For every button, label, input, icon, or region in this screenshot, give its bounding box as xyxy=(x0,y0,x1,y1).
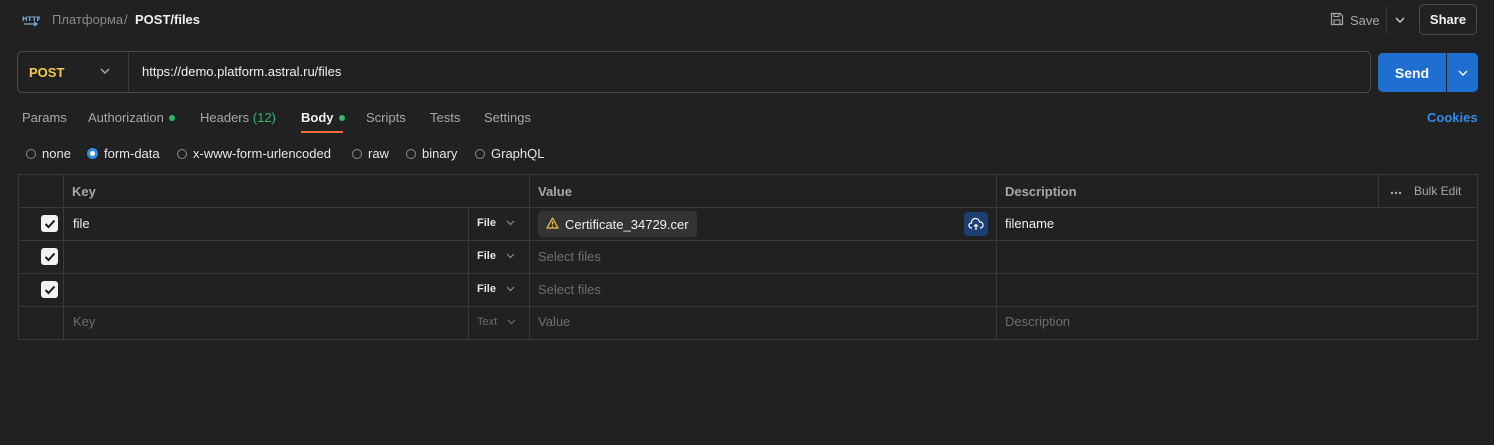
select-files-input[interactable]: Select files xyxy=(538,249,601,264)
type-label: File xyxy=(477,283,496,295)
tab-authorization-label: Authorization xyxy=(88,110,164,125)
radio-label: none xyxy=(42,146,71,161)
radio-button[interactable] xyxy=(475,148,485,159)
request-title[interactable]: POST/files xyxy=(135,12,200,27)
method-chevron-down-icon[interactable] xyxy=(99,64,111,81)
key-cell[interactable]: file xyxy=(73,216,90,231)
tab-headers-count: (12) xyxy=(252,110,276,125)
tab-headers[interactable]: Headers (12) xyxy=(200,110,276,125)
column-divider xyxy=(529,174,530,340)
column-header-description: Description xyxy=(1005,184,1077,199)
type-select[interactable]: File xyxy=(477,283,515,295)
radio-button[interactable] xyxy=(406,148,416,159)
radio-button[interactable] xyxy=(177,148,187,159)
select-files-input[interactable]: Select files xyxy=(538,282,601,297)
type-select[interactable]: File xyxy=(477,217,515,229)
chevron-down-icon xyxy=(507,319,516,325)
http-icon: HTTP xyxy=(22,11,41,29)
row-divider xyxy=(18,207,1478,208)
url-divider xyxy=(128,52,129,92)
url-input[interactable]: https://demo.platform.astral.ru/files xyxy=(142,64,341,79)
row-divider xyxy=(18,306,1478,307)
save-label: Save xyxy=(1350,12,1380,28)
tab-settings[interactable]: Settings xyxy=(484,110,531,125)
row-divider xyxy=(18,240,1478,241)
tab-body-label: Body xyxy=(301,110,334,125)
bulk-edit-button[interactable]: Bulk Edit xyxy=(1390,184,1461,198)
type-select[interactable]: Text xyxy=(477,316,516,328)
share-button[interactable]: Share xyxy=(1419,4,1477,35)
column-divider xyxy=(63,174,64,340)
row-checkbox[interactable] xyxy=(41,248,58,265)
radio-label: form-data xyxy=(104,146,160,161)
save-button[interactable]: Save xyxy=(1324,6,1384,34)
type-label: File xyxy=(477,217,496,229)
active-tab-indicator xyxy=(301,131,343,133)
tab-body[interactable]: Body xyxy=(301,110,345,125)
save-icon xyxy=(1330,12,1344,29)
tab-tests[interactable]: Tests xyxy=(430,110,460,125)
chevron-down-icon xyxy=(506,286,515,292)
row-checkbox[interactable] xyxy=(41,281,58,298)
radio-label: binary xyxy=(422,146,458,161)
body-type-urlencoded[interactable]: x-www-form-urlencoded xyxy=(177,146,331,161)
new-description-input[interactable]: Description xyxy=(1005,314,1070,329)
body-type-binary[interactable]: binary xyxy=(406,146,457,161)
save-options-chevron-down-icon[interactable] xyxy=(1390,6,1410,34)
breadcrumb-parent[interactable]: Платформа xyxy=(52,12,123,27)
form-data-table xyxy=(18,174,1478,340)
send-options-chevron-down-icon[interactable] xyxy=(1447,53,1478,92)
radio-label: GraphQL xyxy=(491,146,545,161)
column-divider xyxy=(468,207,469,340)
new-key-input[interactable]: Key xyxy=(73,314,95,329)
warning-icon xyxy=(546,216,559,232)
body-type-graphql[interactable]: GraphQL xyxy=(475,146,544,161)
row-checkbox[interactable] xyxy=(41,215,58,232)
chevron-down-icon xyxy=(506,253,515,259)
type-label: Text xyxy=(477,316,498,328)
column-divider xyxy=(1378,174,1379,207)
radio-label: raw xyxy=(368,146,389,161)
cookies-link[interactable]: Cookies xyxy=(1427,110,1478,125)
body-type-raw[interactable]: raw xyxy=(352,146,389,161)
tab-scripts[interactable]: Scripts xyxy=(366,110,406,125)
status-dot xyxy=(338,114,345,121)
column-header-key: Key xyxy=(72,184,96,199)
description-cell[interactable]: filename xyxy=(1005,216,1054,231)
row-divider xyxy=(18,273,1478,274)
status-dot xyxy=(168,114,175,121)
column-header-value: Value xyxy=(538,184,572,199)
method-select[interactable]: POST xyxy=(29,65,64,80)
radio-button[interactable] xyxy=(352,148,362,159)
tab-authorization[interactable]: Authorization xyxy=(88,110,175,125)
radio-label: x-www-form-urlencoded xyxy=(193,146,331,161)
save-divider xyxy=(1386,6,1387,34)
send-button[interactable]: Send xyxy=(1378,53,1446,92)
file-chip[interactable]: Certificate_34729.cer xyxy=(538,211,697,237)
upload-cloud-icon[interactable] xyxy=(964,212,988,236)
type-label: File xyxy=(477,250,496,262)
more-options-icon[interactable] xyxy=(1390,184,1402,198)
body-type-none[interactable]: none xyxy=(26,146,71,161)
top-bar xyxy=(0,0,1494,40)
tab-headers-label: Headers xyxy=(200,110,250,125)
new-value-input[interactable]: Value xyxy=(538,314,570,329)
radio-button[interactable] xyxy=(26,148,36,159)
bulk-edit-label: Bulk Edit xyxy=(1414,184,1462,198)
breadcrumb-separator: / xyxy=(124,12,128,27)
body-type-form-data[interactable]: form-data xyxy=(87,146,160,161)
radio-button-selected[interactable] xyxy=(87,148,98,159)
column-divider xyxy=(996,174,997,340)
type-select[interactable]: File xyxy=(477,250,515,262)
svg-text:HTTP: HTTP xyxy=(22,15,40,23)
file-name: Certificate_34729.cer xyxy=(565,216,689,232)
tab-params[interactable]: Params xyxy=(22,110,67,125)
chevron-down-icon xyxy=(506,220,515,226)
